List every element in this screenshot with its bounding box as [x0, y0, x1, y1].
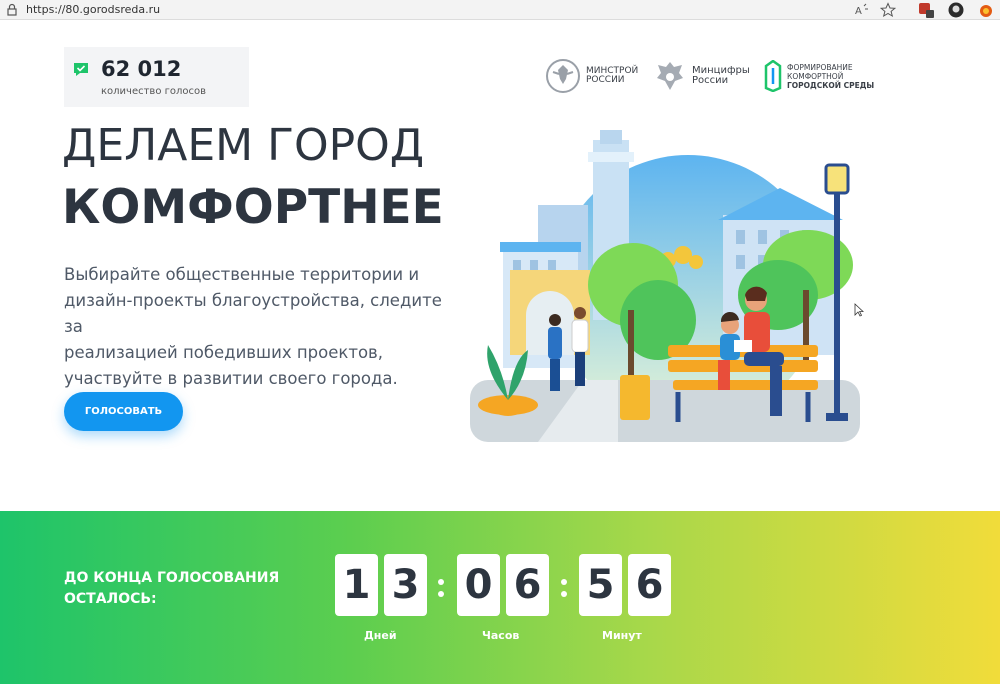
- fks-emblem-icon: [764, 60, 782, 92]
- mouse-cursor-icon: [854, 303, 864, 317]
- vote-count-label: количество голосов: [101, 86, 207, 97]
- countdown-section: ДО КОНЦА ГОЛОСОВАНИЯ ОСТАЛОСЬ: 1 3 0 6 5…: [0, 511, 1000, 684]
- minutes-digit: 5: [579, 554, 622, 616]
- check-icon: [74, 63, 88, 76]
- hours-label: Часов: [482, 629, 520, 642]
- logo-fks-line3: ГОРОДСКОЙ СРЕДЫ: [787, 80, 875, 90]
- hero-description-line: Выбирайте общественные территории и: [64, 265, 420, 284]
- days-digit: 1: [335, 554, 378, 616]
- vote-button[interactable]: ГОЛОСОВАТЬ: [64, 392, 183, 431]
- minutes-digit: 6: [628, 554, 671, 616]
- hero-title-line2: КОМФОРТНЕЕ: [62, 180, 444, 235]
- logo-fks-line1: ФОРМИРОВАНИЕ: [787, 62, 853, 72]
- svg-text:A: A: [855, 6, 862, 17]
- colon-separator: [560, 573, 568, 601]
- logo-fks-line2: КОМФОРТНОЙ: [787, 71, 844, 81]
- coat-of-arms-icon: [546, 59, 580, 93]
- eagle-icon: [657, 62, 683, 90]
- hours-digit: 6: [506, 554, 549, 616]
- logo-fks[interactable]: ФОРМИРОВАНИЕ КОМФОРТНОЙ ГОРОДСКОЙ СРЕДЫ: [764, 60, 874, 92]
- hours-digit: 0: [457, 554, 500, 616]
- hero-description-line: участвуйте в развитии своего города.: [64, 369, 398, 388]
- vote-counter-card: 62 012 количество голосов: [64, 47, 249, 107]
- hero-description: Выбирайте общественные территории и диза…: [64, 262, 464, 392]
- countdown-label: ДО КОНЦА ГОЛОСОВАНИЯ ОСТАЛОСЬ:: [64, 568, 314, 610]
- countdown-label-line2: ОСТАЛОСЬ:: [64, 591, 157, 607]
- days-label: Дней: [364, 629, 397, 642]
- countdown-label-line1: ДО КОНЦА ГОЛОСОВАНИЯ: [64, 570, 280, 586]
- city-park-illustration: [470, 130, 860, 442]
- logo-mintsifry[interactable]: Минцифры России: [653, 58, 750, 94]
- logo-minstroy-line2: РОССИИ: [586, 75, 625, 85]
- lock-icon: [7, 3, 17, 16]
- logo-mintsifry-line2: России: [692, 75, 729, 86]
- profile-icon[interactable]: [948, 2, 964, 18]
- colon-separator: [437, 573, 445, 601]
- hero-title-line1: ДЕЛАЕМ ГОРОД: [62, 120, 425, 171]
- days-digit: 3: [384, 554, 427, 616]
- vote-count: 62 012: [101, 57, 182, 81]
- read-aloud-icon[interactable]: A: [853, 2, 869, 18]
- favorite-star-icon[interactable]: [880, 2, 896, 18]
- logo-minstroy[interactable]: МИНСТРОЙ РОССИИ: [545, 58, 638, 94]
- minutes-label: Минут: [602, 629, 642, 642]
- url-text[interactable]: https://80.gorodsreda.ru: [26, 3, 160, 16]
- hero-description-line: дизайн-проекты благоустройства, следите …: [64, 291, 442, 336]
- extension-icon[interactable]: [918, 2, 934, 18]
- browser-address-bar: https://80.gorodsreda.ru A: [0, 0, 1000, 20]
- hero-description-line: реализацией победивших проектов,: [64, 343, 384, 362]
- extension-2-icon[interactable]: [978, 2, 994, 18]
